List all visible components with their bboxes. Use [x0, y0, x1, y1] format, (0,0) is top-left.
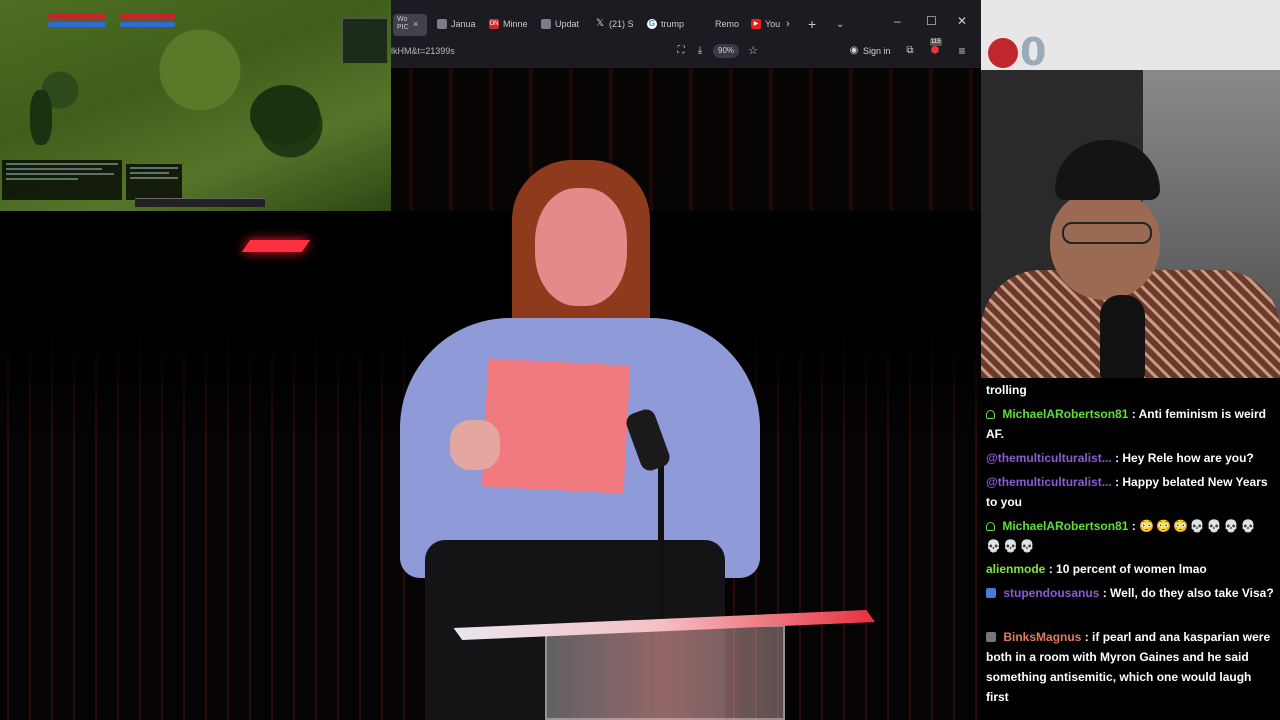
- tab-label: You: [765, 19, 781, 29]
- speaker-hand: [450, 420, 500, 470]
- chat-username[interactable]: @themulticulturalist...: [986, 451, 1112, 465]
- blank-icon: [701, 19, 711, 29]
- tab-trump[interactable]: G trump: [647, 14, 689, 34]
- chat-username[interactable]: MichaelARobertson81: [1002, 519, 1128, 533]
- tab-updat[interactable]: Updat: [541, 14, 581, 34]
- game-action-bar: [135, 198, 265, 207]
- chat-username[interactable]: BinksMagnus: [1003, 630, 1081, 644]
- tabs-scroll-right-icon[interactable]: ›: [786, 14, 796, 34]
- webcam-microphone-icon: [1100, 295, 1145, 380]
- screenshot-icon[interactable]: ⛶: [675, 42, 687, 60]
- chat-text: : 10 percent of women lmao: [1048, 562, 1207, 576]
- tab-minne[interactable]: ON Minne: [489, 14, 531, 34]
- tab-label: trump: [661, 19, 685, 29]
- stage-light: [241, 240, 311, 252]
- webcam-person-glasses: [1062, 222, 1152, 244]
- tab-x[interactable]: 𝕏 (21) S: [595, 14, 637, 34]
- game-mana-bar: [48, 22, 106, 27]
- game-info-box: [126, 164, 182, 200]
- x-icon: 𝕏: [595, 18, 605, 29]
- mic-stand: [658, 440, 664, 640]
- tab-remo[interactable]: Remo: [701, 14, 741, 34]
- game-overlay: [0, 0, 391, 211]
- skull-emoji-icon: 💀: [1223, 519, 1239, 533]
- tab-list-chevron-icon[interactable]: ⌄: [836, 14, 848, 34]
- youtube-icon: ▶: [751, 19, 761, 29]
- flushed-emoji-icon: 😳: [1139, 519, 1155, 533]
- live-chat: trolling MichaelARobertson81 : Anti femi…: [981, 378, 1280, 720]
- download-icon[interactable]: ⤓: [694, 42, 706, 60]
- bookmark-star-icon[interactable]: ☆: [746, 42, 760, 60]
- stream-badge-icon: [988, 38, 1018, 68]
- tab-label: Minne: [503, 19, 528, 29]
- chat-message: MichaelARobertson81 : Anti feminism is w…: [986, 404, 1274, 444]
- minimize-icon[interactable]: –: [894, 14, 901, 28]
- game-minimap: [342, 18, 388, 64]
- chat-text: :: [1131, 519, 1140, 533]
- tab-label: Remo: [715, 19, 740, 29]
- skull-emoji-icon: 💀: [1206, 519, 1222, 533]
- game-chat-box: [2, 160, 122, 200]
- doc-icon: [541, 19, 551, 29]
- chat-message: stupendousanus : Well, do they also take…: [986, 583, 1274, 603]
- menu-icon[interactable]: ≡: [955, 42, 969, 60]
- video-background: [391, 68, 981, 211]
- new-tab-icon[interactable]: +: [808, 14, 820, 34]
- close-window-icon[interactable]: ✕: [957, 14, 967, 28]
- tab-strip: Wo PIC × Janua ON Minne Updat 𝕏 (21) S G…: [391, 10, 981, 38]
- news-icon: ON: [489, 19, 499, 29]
- tab-youtube[interactable]: ▶ You: [751, 14, 783, 34]
- chat-message: alienmode : 10 percent of women lmao: [986, 559, 1274, 579]
- extension-badge: 115: [930, 38, 942, 46]
- speaker-face: [535, 188, 627, 306]
- skull-emoji-icon: 💀: [986, 539, 1001, 553]
- flushed-emoji-icon: 😳: [1156, 519, 1171, 533]
- chat-message: @themulticulturalist... : Happy belated …: [986, 472, 1274, 512]
- game-tree: [30, 90, 52, 145]
- badge-digit: 0: [1020, 30, 1047, 74]
- browser-window: Wo PIC × Janua ON Minne Updat 𝕏 (21) S G…: [391, 0, 981, 68]
- google-icon: G: [647, 19, 657, 29]
- moderator-badge-icon: [986, 588, 996, 598]
- target-mana-bar: [120, 22, 175, 27]
- speaker-paper: [481, 358, 631, 494]
- webcam-person-face: [1050, 190, 1160, 300]
- chat-username[interactable]: alienmode: [986, 562, 1045, 576]
- member-badge-icon: [986, 410, 995, 419]
- account-icon[interactable]: ◉: [848, 42, 860, 60]
- chat-message: MichaelARobertson81 : 😳 😳 😳 💀 💀 💀 💀💀 💀 💀: [986, 516, 1274, 556]
- chat-text: : Hey Rele how are you?: [1115, 451, 1254, 465]
- podium: [545, 625, 785, 720]
- chat-text: : Well, do they also take Visa?: [1102, 586, 1274, 600]
- subscriber-badge-icon: [986, 632, 996, 642]
- chat-username[interactable]: stupendousanus: [1003, 586, 1099, 600]
- game-health-bar: [48, 14, 106, 19]
- extensions-icon[interactable]: ⧉: [904, 42, 916, 60]
- tab-label: Updat: [555, 19, 580, 29]
- chat-message: trolling: [986, 380, 1274, 400]
- chat-text: trolling: [986, 383, 1027, 397]
- url-text[interactable]: lkHM&t=21399s: [391, 42, 541, 60]
- sign-in-button[interactable]: Sign in: [863, 42, 899, 60]
- flushed-emoji-icon: 😳: [1172, 519, 1188, 533]
- chat-message: @themulticulturalist... : Hey Rele how a…: [986, 448, 1274, 468]
- member-badge-icon: [986, 522, 995, 531]
- game-tree: [250, 85, 320, 145]
- tab-janua[interactable]: Janua: [437, 14, 477, 34]
- skull-emoji-icon: 💀: [1189, 519, 1205, 533]
- zoom-level[interactable]: 90%: [713, 44, 740, 58]
- target-health-bar: [120, 14, 175, 19]
- skull-emoji-icon: 💀: [1019, 539, 1035, 553]
- tab-label: (21) S: [609, 19, 634, 29]
- skull-emoji-icon: 💀: [1002, 539, 1018, 553]
- url-bar[interactable]: lkHM&t=21399s ⛶ ⤓ 90% ☆ ◉ Sign in ⧉ ⬢ 11…: [391, 38, 981, 64]
- doc-icon: [437, 19, 447, 29]
- chat-username[interactable]: MichaelARobertson81: [1002, 407, 1128, 421]
- chat-message: BinksMagnus : if pearl and ana kasparian…: [986, 627, 1274, 707]
- chat-username[interactable]: @themulticulturalist...: [986, 475, 1112, 489]
- tab-close-icon[interactable]: ×: [413, 14, 423, 34]
- skull-emoji-icon: 💀: [1240, 519, 1256, 533]
- tab-label: Janua: [451, 19, 476, 29]
- maximize-icon[interactable]: ☐: [926, 14, 937, 28]
